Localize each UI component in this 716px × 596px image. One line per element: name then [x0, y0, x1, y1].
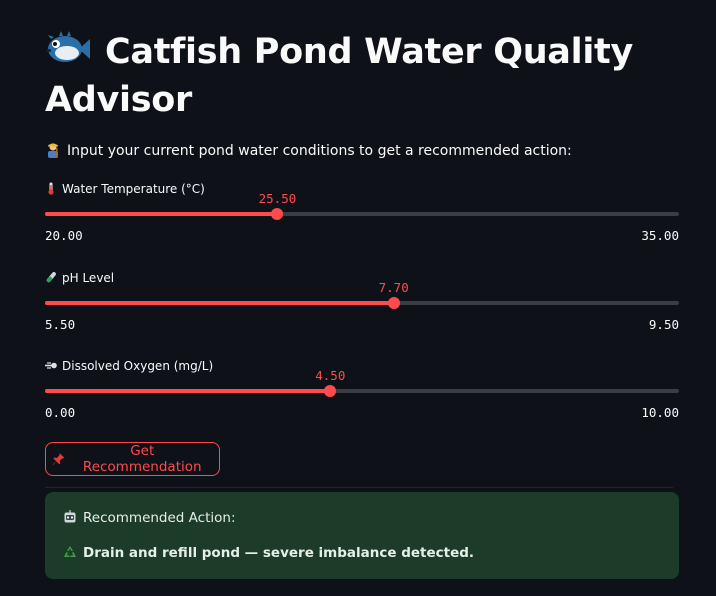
farmer-icon	[48, 143, 58, 158]
slider-max: 9.50	[648, 317, 679, 332]
slider-label: Dissolved Oxygen (mg/L)	[45, 358, 213, 374]
blowfish-icon	[47, 31, 90, 62]
result-heading-text: Recommended Action:	[83, 510, 236, 526]
robot-icon	[64, 510, 76, 523]
slider-min: 20.00	[45, 228, 83, 243]
slider-min: 5.50	[45, 317, 76, 332]
intro-text: Input your current pond water conditions…	[45, 141, 572, 161]
slider-label-text: Dissolved Oxygen (mg/L)	[62, 359, 214, 373]
slider-thumb[interactable]	[324, 385, 337, 397]
slider-fill	[45, 212, 278, 216]
page-title-text: Catfish Pond Water Quality Advisor	[45, 32, 633, 120]
divider	[45, 487, 673, 488]
water-temperature-slider[interactable]: Water Temperature (°C) 25.50 20.00 35.00	[45, 181, 679, 261]
slider-value: 7.70	[378, 280, 409, 295]
intro-label: Input your current pond water conditions…	[67, 143, 572, 159]
slider-thumb[interactable]	[387, 297, 400, 309]
slider-fill	[45, 301, 394, 305]
ph-level-slider[interactable]: pH Level 7.70 5.50 9.50	[45, 270, 679, 350]
pushpin-icon	[52, 453, 65, 465]
page-title: Catfish Pond Water Quality Advisor	[45, 28, 685, 124]
slider-fill	[45, 389, 331, 393]
dash-wind-icon	[45, 362, 57, 369]
result-heading: Recommended Action:	[63, 509, 236, 527]
app-root: Catfish Pond Water Quality Advisor Input…	[0, 0, 716, 596]
result-action: Drain and refill pond — severe imbalance…	[63, 544, 474, 562]
thermometer-icon	[48, 182, 54, 195]
button-label: Get Recommendation	[82, 443, 202, 475]
result-action-text: Drain and refill pond — severe imbalance…	[83, 545, 475, 561]
slider-value: 4.50	[315, 368, 346, 383]
slider-label-text: Water Temperature (°C)	[62, 182, 205, 196]
slider-label-text: pH Level	[62, 271, 115, 285]
dissolved-oxygen-slider[interactable]: Dissolved Oxygen (mg/L) 4.50 0.00 10.00	[45, 358, 679, 438]
slider-value: 25.50	[258, 191, 297, 206]
slider-label: pH Level	[45, 270, 114, 286]
slider-max: 10.00	[641, 405, 679, 420]
recommendation-result-box: Recommended Action: Drain and refill pon…	[45, 492, 679, 579]
recycle-icon	[64, 546, 76, 557]
slider-label: Water Temperature (°C)	[45, 181, 205, 197]
test-tube-icon	[46, 272, 56, 283]
slider-max: 35.00	[641, 228, 679, 243]
slider-min: 0.00	[45, 405, 76, 420]
get-recommendation-button[interactable]: Get Recommendation	[45, 442, 220, 476]
slider-thumb[interactable]	[271, 208, 284, 220]
